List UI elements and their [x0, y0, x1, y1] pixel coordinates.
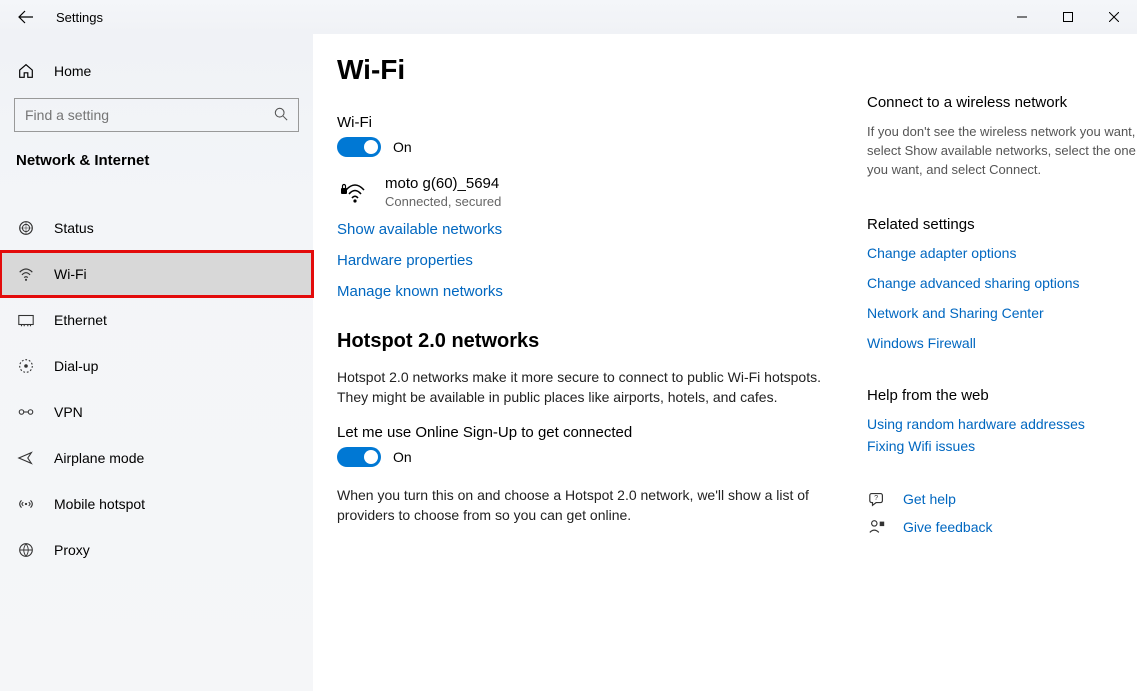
close-button[interactable] [1091, 1, 1137, 33]
search-input[interactable] [25, 107, 274, 123]
hotspot-body-2: When you turn this on and choose a Hotsp… [337, 485, 847, 526]
hotspot-icon [16, 495, 36, 513]
wifi-toggle[interactable] [337, 137, 381, 157]
close-icon [1109, 12, 1119, 22]
give-feedback-row[interactable]: Give feedback [867, 518, 1137, 536]
wifi-section-label: Wi-Fi [337, 114, 847, 131]
nav-label: Ethernet [54, 312, 107, 328]
related-heading: Related settings [867, 216, 1137, 233]
search-box[interactable] [14, 98, 299, 132]
feedback-icon [867, 518, 887, 536]
maximize-icon [1063, 12, 1073, 22]
wifi-icon [16, 265, 36, 283]
signup-toggle-state: On [393, 449, 412, 465]
related-link-sharing[interactable]: Change advanced sharing options [867, 275, 1137, 291]
dialup-icon [16, 357, 36, 375]
home-label: Home [54, 63, 91, 79]
manage-known-networks-link[interactable]: Manage known networks [337, 283, 847, 300]
proxy-icon [16, 541, 36, 559]
related-link-adapter[interactable]: Change adapter options [867, 245, 1137, 261]
back-button[interactable] [10, 1, 42, 33]
titlebar: Settings [0, 0, 1137, 34]
nav-item-airplane[interactable]: Airplane mode [0, 435, 313, 481]
nav-label: VPN [54, 404, 83, 420]
nav-label: Wi-Fi [54, 266, 87, 282]
get-help-row[interactable]: ? Get help [867, 490, 1137, 508]
nav-label: Proxy [54, 542, 90, 558]
window-title: Settings [56, 10, 103, 25]
right-column: Connect to a wireless network If you don… [867, 54, 1137, 691]
home-button[interactable]: Home [0, 52, 313, 90]
airplane-icon [16, 449, 36, 467]
nav-item-ethernet[interactable]: Ethernet [0, 297, 313, 343]
status-icon [16, 219, 36, 237]
nav-item-proxy[interactable]: Proxy [0, 527, 313, 573]
current-network[interactable]: moto g(60)_5694 Connected, secured [337, 175, 847, 209]
hotspot-heading: Hotspot 2.0 networks [337, 330, 847, 353]
nav-item-vpn[interactable]: VPN [0, 389, 313, 435]
connect-heading: Connect to a wireless network [867, 94, 1137, 111]
show-available-networks-link[interactable]: Show available networks [337, 221, 847, 238]
network-status: Connected, secured [385, 194, 501, 209]
nav-item-hotspot[interactable]: Mobile hotspot [0, 481, 313, 527]
nav-label: Mobile hotspot [54, 496, 145, 512]
svg-text:?: ? [874, 492, 878, 501]
nav-label: Airplane mode [54, 450, 144, 466]
help-link-wifi-issues[interactable]: Fixing Wifi issues [867, 438, 1137, 454]
wifi-secured-icon [337, 175, 369, 207]
page-heading: Wi-Fi [337, 54, 847, 86]
nav-label: Dial-up [54, 358, 98, 374]
nav-list: Status Wi-Fi Ethernet Dial-up [0, 205, 313, 573]
give-feedback-link[interactable]: Give feedback [903, 519, 993, 535]
signup-label: Let me use Online Sign-Up to get connect… [337, 424, 847, 441]
nav-label: Status [54, 220, 94, 236]
nav-item-wifi[interactable]: Wi-Fi [0, 251, 313, 297]
connect-body: If you don't see the wireless network yo… [867, 123, 1137, 180]
help-heading: Help from the web [867, 387, 1137, 404]
minimize-icon [1017, 12, 1027, 22]
back-arrow-icon [18, 9, 34, 25]
get-help-icon: ? [867, 490, 887, 508]
sidebar: Home Network & Internet Status Wi-Fi [0, 34, 313, 691]
vpn-icon [16, 403, 36, 421]
maximize-button[interactable] [1045, 1, 1091, 33]
category-heading: Network & Internet [0, 146, 313, 179]
help-link-hwaddr[interactable]: Using random hardware addresses [867, 416, 1137, 432]
main-column: Wi-Fi Wi-Fi On moto g(60)_5694 Co [337, 54, 847, 691]
minimize-button[interactable] [999, 1, 1045, 33]
ethernet-icon [16, 311, 36, 329]
nav-item-status[interactable]: Status [0, 205, 313, 251]
home-icon [16, 62, 36, 80]
content-area: Wi-Fi Wi-Fi On moto g(60)_5694 Co [313, 34, 1137, 691]
related-link-firewall[interactable]: Windows Firewall [867, 335, 1137, 351]
hotspot-body-1: Hotspot 2.0 networks make it more secure… [337, 367, 847, 408]
related-link-netcenter[interactable]: Network and Sharing Center [867, 305, 1137, 321]
get-help-link[interactable]: Get help [903, 491, 956, 507]
wifi-toggle-state: On [393, 139, 412, 155]
signup-toggle[interactable] [337, 447, 381, 467]
hardware-properties-link[interactable]: Hardware properties [337, 252, 847, 269]
network-name: moto g(60)_5694 [385, 175, 501, 192]
search-icon [274, 107, 288, 124]
nav-item-dialup[interactable]: Dial-up [0, 343, 313, 389]
